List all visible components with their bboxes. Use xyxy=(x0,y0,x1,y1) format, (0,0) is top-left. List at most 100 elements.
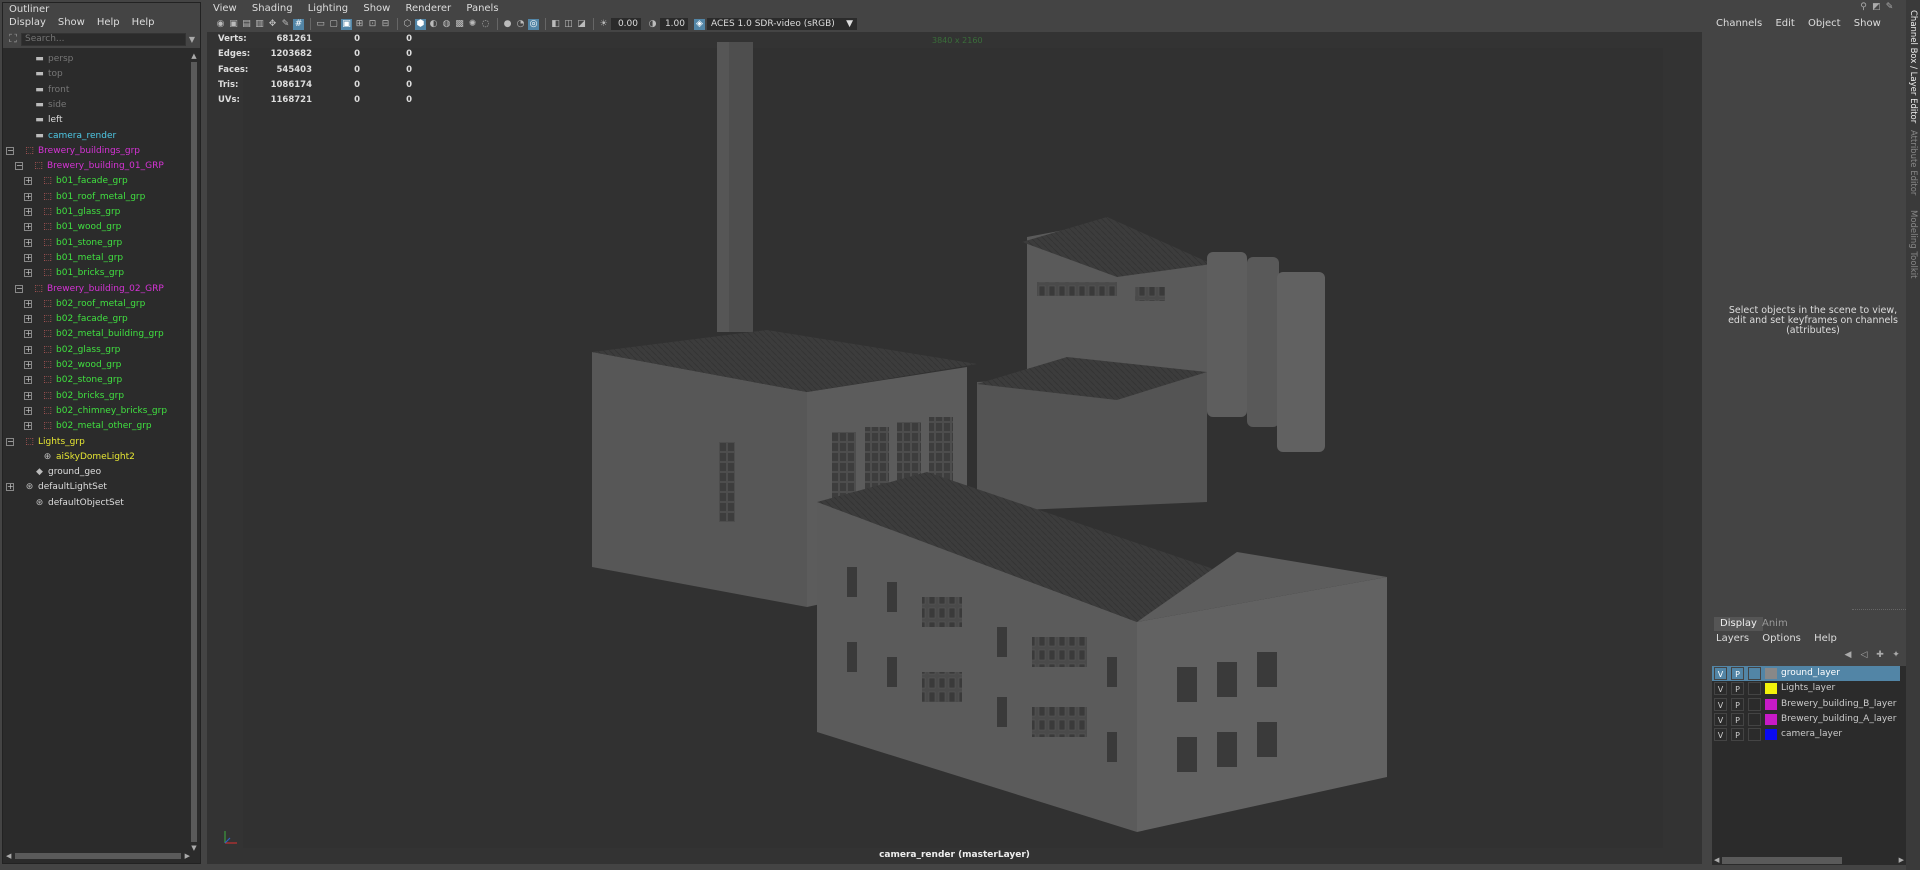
move-layer-up-icon[interactable]: ◀ xyxy=(1842,650,1854,660)
outliner-item[interactable]: + ⬚ b02_glass_grp xyxy=(3,343,191,358)
scrollbar-thumb[interactable] xyxy=(1722,857,1842,864)
image-plane-icon[interactable]: ▥ xyxy=(254,19,265,30)
layer-color-swatch[interactable] xyxy=(1765,713,1777,725)
motion-blur-icon[interactable]: ◔ xyxy=(515,19,526,30)
exposure-field[interactable]: 0.00 xyxy=(611,18,641,30)
side-tab-modeling-toolkit[interactable]: Modeling Toolkit xyxy=(1906,210,1920,279)
outliner-item[interactable]: ◆ ground_geo xyxy=(3,465,191,480)
expand-icon[interactable]: + xyxy=(24,253,32,262)
expand-icon[interactable]: + xyxy=(24,177,32,186)
wrench-icon[interactable]: ✎ xyxy=(1884,2,1895,13)
layer-visibility-toggle[interactable]: V xyxy=(1714,697,1727,711)
outliner-horizontal-scrollbar[interactable]: ◀ ▶ xyxy=(5,852,191,860)
outliner-search-input[interactable] xyxy=(21,32,186,46)
collapse-icon[interactable]: − xyxy=(15,162,23,171)
expand-icon[interactable]: + xyxy=(24,192,32,201)
outliner-item[interactable]: + ⬚ b01_glass_grp xyxy=(3,205,191,220)
layer-visibility-toggle[interactable]: V xyxy=(1714,667,1727,680)
viewport-menu-panels[interactable]: Panels xyxy=(466,2,498,16)
2d-pan-zoom-icon[interactable]: ✥ xyxy=(267,19,278,30)
scroll-left-icon[interactable]: ◀ xyxy=(1714,856,1719,864)
expand-icon[interactable]: + xyxy=(24,315,32,324)
collapse-icon[interactable]: − xyxy=(15,284,23,293)
outliner-vertical-scrollbar[interactable]: ▲ ▼ xyxy=(190,52,198,852)
gamma-field[interactable]: 1.00 xyxy=(660,18,688,30)
scroll-right-icon[interactable]: ▶ xyxy=(1899,856,1904,864)
outliner-menu-display[interactable]: Display xyxy=(9,16,46,30)
viewport-menu-show[interactable]: Show xyxy=(363,2,390,16)
menu-help[interactable]: Help xyxy=(1814,632,1837,646)
layer-visibility-toggle[interactable]: V xyxy=(1714,728,1727,742)
scrollbar-thumb[interactable] xyxy=(191,62,197,842)
color-management-icon[interactable]: ◈ xyxy=(694,18,705,30)
layer-display-type-toggle[interactable] xyxy=(1748,697,1761,711)
outliner-item[interactable]: + ⬚ b01_bricks_grp xyxy=(3,266,191,281)
layer-row[interactable]: V Pground_layer xyxy=(1712,666,1900,681)
view-transform-dropdown[interactable]: ACES 1.0 SDR-video (sRGB) ▼ xyxy=(707,18,857,30)
expand-icon[interactable]: + xyxy=(24,406,32,415)
outliner-item[interactable]: + ⬚ b02_facade_grp xyxy=(3,312,191,327)
expand-icon[interactable]: + xyxy=(24,391,32,400)
viewport-menu-view[interactable]: View xyxy=(213,2,237,16)
expand-icon[interactable]: + xyxy=(24,223,32,232)
outliner-item[interactable]: ⊛ defaultObjectSet xyxy=(3,496,191,511)
new-layer-from-selection-icon[interactable]: ✦ xyxy=(1890,650,1902,660)
outliner-item[interactable]: + ⬚ b01_metal_grp xyxy=(3,251,191,266)
outliner-item[interactable]: ⊕ aiSkyDomeLight2 xyxy=(3,450,191,465)
layer-row[interactable]: V P Lights_layer xyxy=(1712,681,1900,696)
viewport-menu-lighting[interactable]: Lighting xyxy=(308,2,348,16)
isolate-select-icon[interactable]: ◧ xyxy=(550,19,561,30)
menu-edit[interactable]: Edit xyxy=(1775,18,1794,29)
layer-playback-toggle[interactable]: P xyxy=(1731,682,1744,696)
layer-display-type-toggle[interactable] xyxy=(1748,712,1761,726)
layer-display-type-toggle[interactable] xyxy=(1748,728,1761,742)
layer-visibility-toggle[interactable]: V xyxy=(1714,682,1727,696)
tab-anim[interactable]: Anim xyxy=(1756,617,1794,631)
layer-display-type-toggle[interactable] xyxy=(1748,682,1761,696)
layer-playback-toggle[interactable]: P xyxy=(1731,728,1744,742)
field-chart-icon[interactable]: ⊞ xyxy=(354,19,365,30)
outliner-menu-help[interactable]: Help xyxy=(97,16,120,30)
scroll-up-icon[interactable]: ▲ xyxy=(190,52,198,60)
layer-playback-toggle[interactable]: P xyxy=(1731,697,1744,711)
exposure-icon[interactable]: ☀ xyxy=(598,19,609,30)
safe-title-icon[interactable]: ⊟ xyxy=(380,19,391,30)
pane-divider[interactable] xyxy=(1852,609,1912,611)
outliner-item[interactable]: − ⬚ Lights_grp xyxy=(3,435,191,450)
scroll-down-icon[interactable]: ▼ xyxy=(190,844,198,852)
expand-icon[interactable]: + xyxy=(24,376,32,385)
outliner-item[interactable]: + ⬚ b02_bricks_grp xyxy=(3,389,191,404)
outliner-item[interactable]: + ⬚ b02_roof_metal_grp xyxy=(3,297,191,312)
textured-icon[interactable]: ▩ xyxy=(454,19,465,30)
scroll-right-icon[interactable]: ▶ xyxy=(185,852,190,860)
outliner-item[interactable]: − ⬚ Brewery_buildings_grp xyxy=(3,144,191,159)
outliner-item[interactable]: ▬ camera_render xyxy=(3,129,191,144)
smooth-shade-icon[interactable]: ⬢ xyxy=(415,18,426,30)
bookmark-icon[interactable]: ▤ xyxy=(241,19,252,30)
outliner-item[interactable]: + ⬚ b01_roof_metal_grp xyxy=(3,190,191,205)
layer-row[interactable]: V P Brewery_building_A_layer xyxy=(1712,712,1900,727)
expand-icon[interactable]: + xyxy=(24,345,32,354)
wireframe-icon[interactable]: ⬡ xyxy=(402,19,413,30)
outliner-item[interactable]: ▬ left xyxy=(3,113,191,128)
expand-icon[interactable]: + xyxy=(6,483,14,492)
shadows-icon[interactable]: ◌ xyxy=(480,19,491,30)
outliner-item[interactable]: ▬ front xyxy=(3,83,191,98)
collapse-icon[interactable]: − xyxy=(6,437,14,446)
menu-show[interactable]: Show xyxy=(1854,18,1881,29)
xray-joints-icon[interactable]: ◪ xyxy=(576,19,587,30)
move-layer-down-icon[interactable]: ◁ xyxy=(1858,650,1870,660)
outliner-item[interactable]: ▬ top xyxy=(3,67,191,82)
layer-color-swatch[interactable] xyxy=(1765,683,1777,695)
expand-icon[interactable]: + xyxy=(24,208,32,216)
layer-display-type-toggle[interactable] xyxy=(1748,667,1761,680)
layer-row[interactable]: V Pcamera_layer xyxy=(1712,727,1900,742)
xray-icon[interactable]: ◫ xyxy=(563,19,574,30)
anti-aliasing-icon[interactable]: ◎ xyxy=(528,18,539,30)
pin-icon[interactable]: ⚲ xyxy=(1858,2,1869,13)
outliner-item[interactable]: ▬ persp xyxy=(3,52,191,67)
expand-icon[interactable]: + xyxy=(24,330,32,339)
outliner-item[interactable]: + ⬚ b01_stone_grp xyxy=(3,236,191,251)
collapse-icon[interactable]: − xyxy=(6,146,14,155)
outliner-menu-show[interactable]: Show xyxy=(58,16,85,30)
